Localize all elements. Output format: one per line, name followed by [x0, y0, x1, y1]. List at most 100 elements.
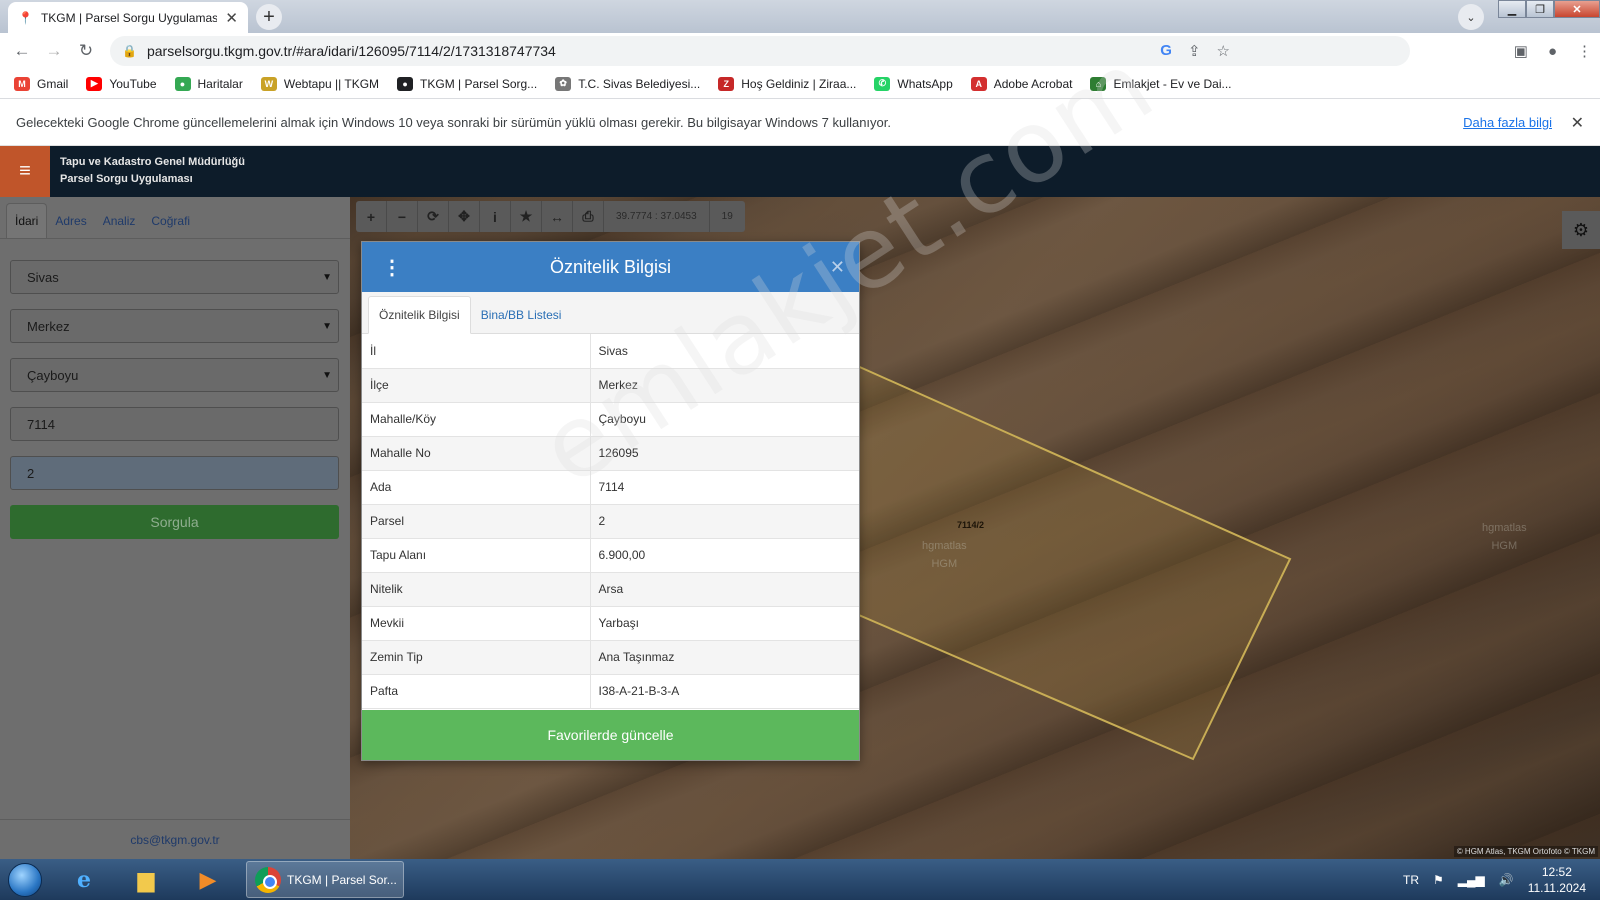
contact-email-link[interactable]: cbs@tkgm.gov.tr: [0, 819, 350, 859]
search-tabs: İdari Adres Analiz Coğrafi: [0, 197, 350, 239]
bookmark-item[interactable]: W Webtapu || TKGM: [260, 76, 380, 91]
action-center-icon[interactable]: ⚑: [1433, 873, 1444, 887]
ada-input[interactable]: 7114: [10, 407, 339, 441]
ilce-select[interactable]: Merkez ▼: [10, 309, 339, 343]
refresh-icon[interactable]: ⟳: [418, 201, 449, 232]
zoom-out-icon[interactable]: −: [387, 201, 418, 232]
new-tab-button[interactable]: +: [256, 4, 282, 30]
file-explorer-icon[interactable]: ▆: [118, 861, 174, 899]
tab-cografi[interactable]: Coğrafi: [143, 204, 198, 238]
measure-icon[interactable]: ↔: [542, 201, 573, 232]
mahalle-select[interactable]: Çayboyu ▼: [10, 358, 339, 392]
hgm-watermark-prefix: hgmatlas: [1482, 522, 1527, 534]
volume-icon[interactable]: 🔊: [1499, 873, 1514, 887]
coordinate-readout: 39.7774 : 37.0453: [604, 201, 710, 232]
menu-kebab-icon[interactable]: ⋮: [1577, 42, 1592, 60]
bookmarks-bar: M Gmail ▶ YouTube ● Haritalar W Webtapu || TKGM…: [0, 69, 1600, 99]
attribute-key: Ada: [362, 470, 591, 505]
attribute-value: I38-A-21-B-3-A: [590, 674, 859, 709]
sorgula-button[interactable]: Sorgula: [10, 505, 339, 539]
profile-icon[interactable]: ●: [1548, 43, 1557, 60]
forward-icon[interactable]: →: [38, 41, 70, 61]
dialog-menu-icon[interactable]: ⋮: [382, 255, 402, 280]
bookmark-item[interactable]: Z Hoş Geldiniz | Ziraa...: [718, 76, 857, 91]
window-controls: ▁ ❐ ✕: [1498, 0, 1600, 18]
info-icon[interactable]: i: [480, 201, 511, 232]
tab-oznitelik[interactable]: Öznitelik Bilgisi: [368, 296, 471, 334]
locate-icon[interactable]: ✥: [449, 201, 480, 232]
tab-adres[interactable]: Adres: [47, 204, 94, 238]
gear-icon[interactable]: ⚙: [1562, 211, 1600, 249]
update-favorites-button[interactable]: Favorilerde güncelle: [362, 710, 859, 760]
url-text[interactable]: parselsorgu.tkgm.gov.tr/#ara/idari/12609…: [147, 43, 556, 59]
bookmark-item[interactable]: ● TKGM | Parsel Sorg...: [397, 76, 537, 91]
address-bar[interactable]: 🔒 parselsorgu.tkgm.gov.tr/#ara/idari/126…: [110, 36, 1410, 66]
attribute-value: 6.900,00: [590, 538, 859, 573]
bookmark-star-icon[interactable]: ☆: [1217, 42, 1230, 60]
app-title-line1: Tapu ve Kadastro Genel Müdürlüğü: [60, 156, 245, 168]
bookmark-label: Hoş Geldiniz | Ziraa...: [741, 76, 857, 91]
internet-explorer-icon[interactable]: e: [56, 861, 112, 899]
start-button[interactable]: [0, 859, 50, 900]
tab-close-icon[interactable]: ✕: [225, 9, 238, 27]
windows-logo-icon: [8, 862, 42, 897]
google-icon[interactable]: G: [1160, 42, 1172, 60]
bookmark-item[interactable]: M Gmail: [14, 76, 68, 91]
bookmark-favicon-icon: ▶: [86, 76, 103, 91]
tab-search-button[interactable]: ⌄: [1458, 4, 1484, 30]
bookmark-item[interactable]: ✿ T.C. Sivas Belediyesi...: [555, 76, 700, 91]
window-close-button[interactable]: ✕: [1554, 0, 1600, 18]
ilce-select-value: Merkez: [27, 318, 70, 334]
bookmark-item[interactable]: ● Haritalar: [174, 76, 243, 91]
dialog-title: Öznitelik Bilgisi: [549, 256, 672, 277]
print-icon[interactable]: ⎙: [573, 201, 604, 232]
tab-analiz[interactable]: Analiz: [95, 204, 144, 238]
map-toolbar: + − ⟳ ✥ i ★ ↔ ⎙ 39.7774 : 37.0453 19: [356, 201, 745, 232]
network-icon[interactable]: ▂▄▆: [1458, 873, 1485, 887]
info-bar-close-icon[interactable]: ✕: [1571, 113, 1584, 133]
attribute-key: Mevkii: [362, 606, 591, 641]
reload-icon[interactable]: ↻: [70, 41, 102, 61]
bookmark-item[interactable]: ▶ YouTube: [86, 76, 157, 91]
table-row: Mevkii Yarbaşı: [362, 606, 859, 641]
zoom-in-icon[interactable]: +: [356, 201, 387, 232]
tab-title: TKGM | Parsel Sorgu Uygulaması: [40, 10, 218, 25]
hamburger-menu-icon[interactable]: ≡: [0, 146, 50, 197]
update-info-bar: Gelecekteki Google Chrome güncellemeleri…: [0, 100, 1600, 146]
lock-icon[interactable]: 🔒: [122, 44, 137, 58]
attribute-key: Nitelik: [362, 572, 591, 607]
attribute-value: 2: [590, 504, 859, 539]
clock[interactable]: 12:52 11.11.2024: [1528, 864, 1586, 896]
taskbar-app-label: TKGM | Parsel Sor...: [287, 872, 397, 887]
table-row: Nitelik Arsa: [362, 572, 859, 607]
taskbar-chrome-app[interactable]: TKGM | Parsel Sor...: [246, 861, 404, 898]
bookmark-favicon-icon: M: [14, 76, 30, 91]
browser-tab[interactable]: 📍 TKGM | Parsel Sorgu Uygulaması ✕: [8, 2, 248, 33]
browser-tab-strip: 📍 TKGM | Parsel Sorgu Uygulaması ✕ + ⌄ ▁…: [0, 0, 1600, 33]
parsel-input[interactable]: 2: [10, 456, 339, 490]
hgm-watermark-text: HGM: [1491, 540, 1518, 552]
minimize-button[interactable]: ▁: [1498, 0, 1526, 18]
clock-time: 12:52: [1541, 864, 1572, 879]
back-icon[interactable]: ←: [6, 41, 38, 61]
bookmark-favicon-icon: Z: [718, 76, 735, 91]
bookmark-favicon-icon: A: [970, 76, 987, 91]
table-row: Parsel 2: [362, 504, 859, 539]
side-panel-icon[interactable]: ▣: [1514, 42, 1528, 60]
il-select[interactable]: Sivas ▼: [10, 260, 339, 294]
attribute-value: Ana Taşınmaz: [590, 640, 859, 675]
tab-bina-listesi[interactable]: Bina/BB Listesi: [471, 297, 572, 333]
restore-button[interactable]: ❐: [1526, 0, 1554, 18]
more-info-link[interactable]: Daha fazla bilgi: [1463, 115, 1552, 130]
favorite-star-icon[interactable]: ★: [511, 201, 542, 232]
tab-idari[interactable]: İdari: [6, 203, 48, 238]
language-indicator[interactable]: TR: [1403, 873, 1419, 887]
parcel-label: 7114/2: [957, 520, 985, 530]
bookmark-label: Webtapu || TKGM: [283, 76, 380, 91]
media-player-icon[interactable]: ▶: [180, 861, 236, 899]
share-icon[interactable]: ⇪: [1188, 42, 1201, 60]
search-panel: İdari Adres Analiz Coğrafi Sivas ▼ Merke…: [0, 197, 350, 859]
table-row: Tapu Alanı 6.900,00: [362, 538, 859, 573]
bookmark-item[interactable]: ✆ WhatsApp: [874, 76, 953, 91]
bookmark-label: WhatsApp: [897, 76, 953, 91]
